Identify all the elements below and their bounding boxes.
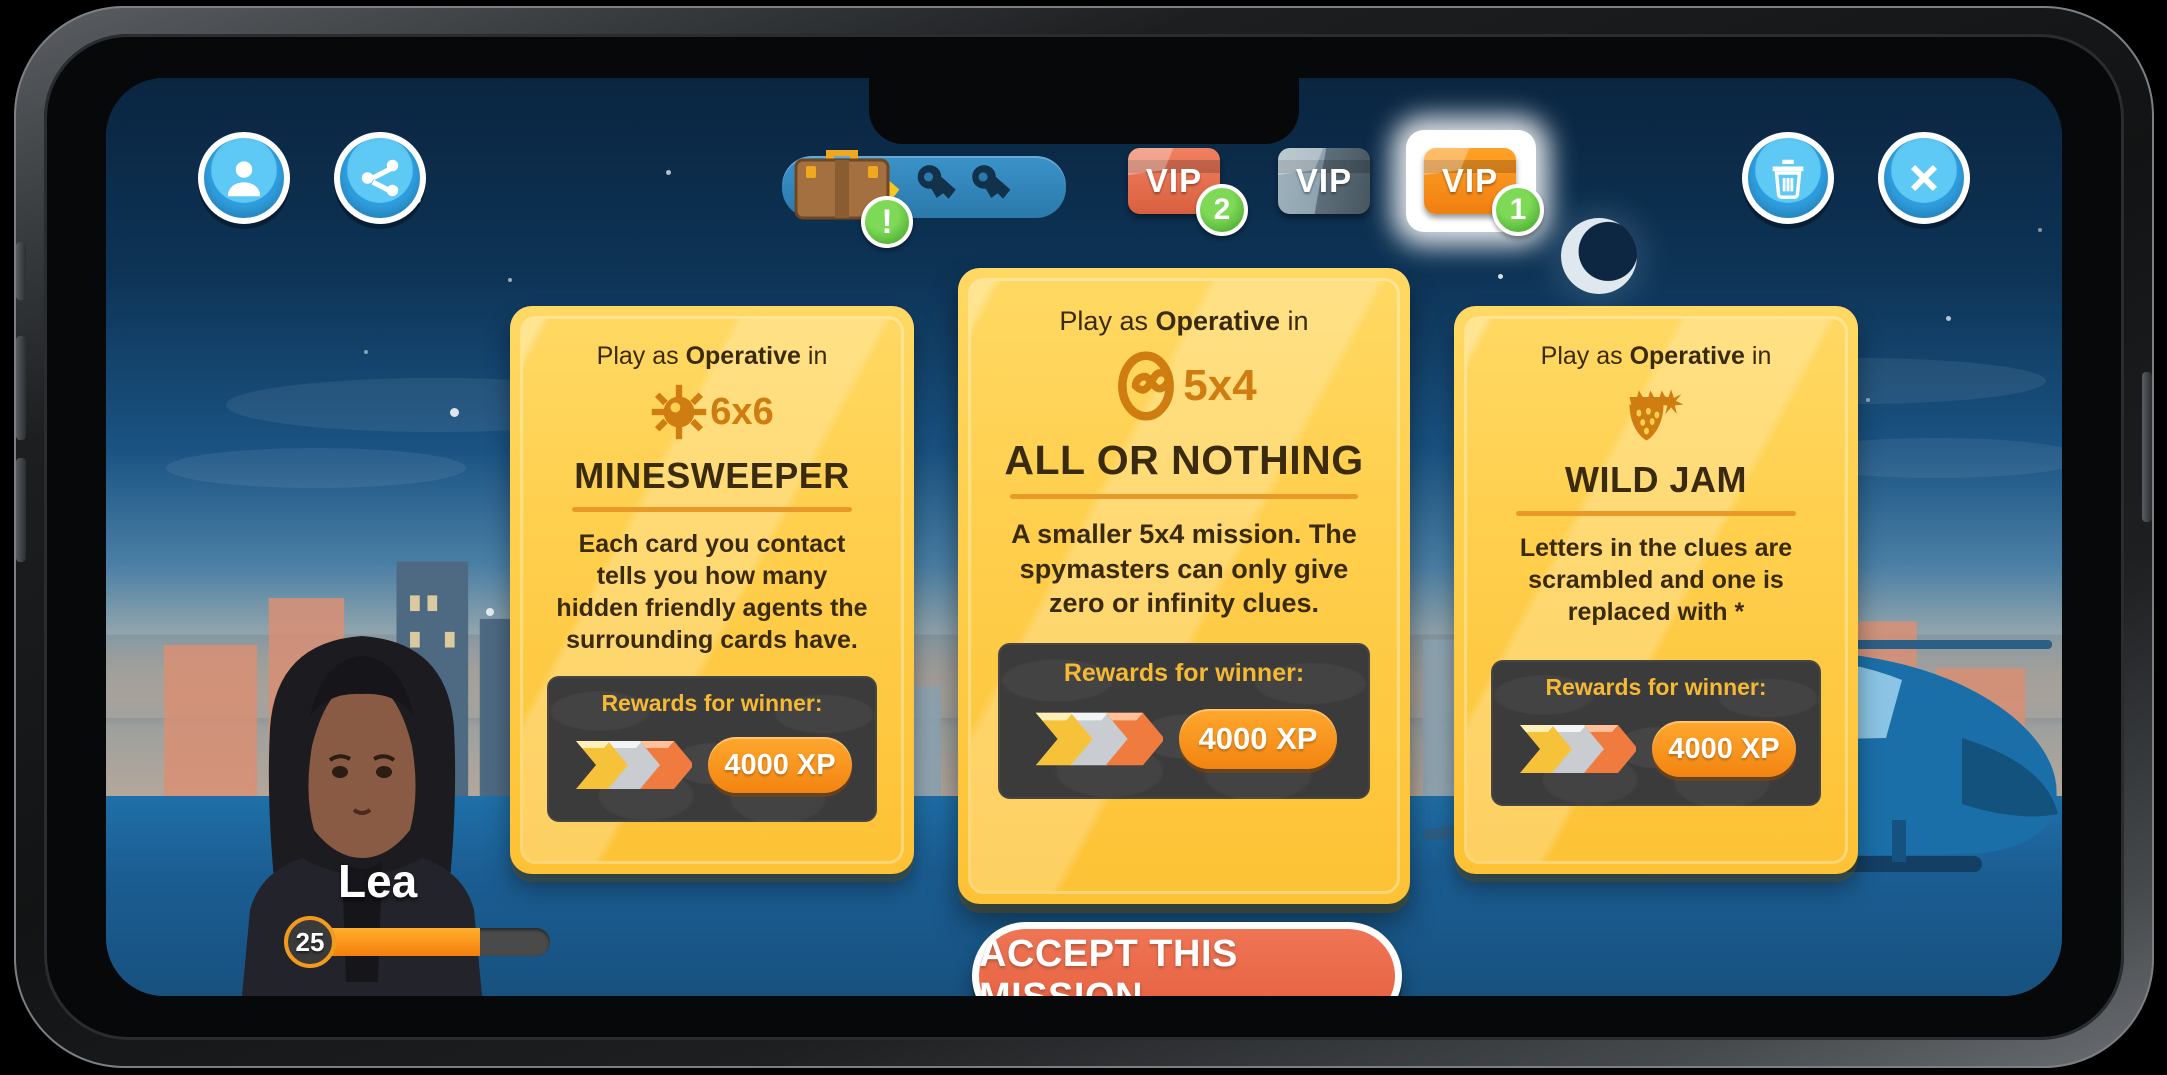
mine-icon (652, 384, 707, 440)
mission-description: Letters in the clues are scrambled and o… (1519, 534, 1793, 626)
play-as-line: Play as Operative in (996, 306, 1372, 337)
play-as-line: Play as Operative in (1490, 342, 1822, 371)
person-icon (227, 161, 261, 197)
rewards-panel: Rewards for winner: 4000 XP (547, 676, 877, 822)
mission-card-minesweeper[interactable]: Play as Operative in 6x6 MINESWEEPER Eac… (510, 306, 914, 874)
title-divider (1010, 494, 1358, 499)
mission-description: Each card you contact tells you how many… (556, 530, 868, 654)
xp-reward-button[interactable]: 4000 XP (1179, 708, 1337, 769)
mode-row (1490, 383, 1822, 445)
mission-title: WILD JAM (1565, 459, 1747, 500)
close-button[interactable] (1878, 132, 1970, 224)
rewards-panel: Rewards for winner: 4000 XP (1491, 660, 1821, 806)
play-as-prefix: Play as (1540, 342, 1630, 370)
player-name: Lea (338, 855, 418, 907)
play-as-prefix: Play as (1059, 306, 1156, 336)
play-as-role: Operative (685, 342, 801, 370)
volume-up-button[interactable] (16, 336, 26, 440)
vip-card-label: VIP (1145, 162, 1203, 199)
rewards-label: Rewards for winner: (1545, 674, 1767, 700)
xp-reward-button[interactable]: 4000 XP (1652, 721, 1796, 777)
vip-card-3-count-badge: 1 (1492, 184, 1544, 236)
play-as-suffix: in (1280, 306, 1309, 336)
rewards-label: Rewards for winner: (1063, 658, 1305, 687)
phone-notch (869, 78, 1299, 144)
rewards-label: Rewards for winner: (601, 690, 823, 716)
phone-bezel: ! VIP 2 VIP VIP 1 Play as Operative in 6… (44, 34, 2124, 1040)
share-icon (361, 159, 399, 197)
volume-down-button[interactable] (16, 458, 26, 562)
rewards-row: 4000 XP (547, 733, 877, 797)
phone-screen: ! VIP 2 VIP VIP 1 Play as Operative in 6… (106, 78, 2062, 996)
xp-chevrons-icon (1520, 725, 1636, 773)
xp-chevrons-icon (576, 741, 692, 789)
power-button[interactable] (2142, 372, 2152, 522)
mission-title: MINESWEEPER (574, 455, 850, 496)
player-xp-fill (318, 928, 481, 956)
mission-description: A smaller 5x4 mission. The spymasters ca… (1011, 519, 1357, 619)
mission-card-all-or-nothing[interactable]: Play as Operative in 5x4 ALL OR NOTHING … (958, 268, 1410, 904)
vip-card-label: VIP (1441, 162, 1499, 199)
vip-card-1-count-badge: 2 (1196, 184, 1248, 236)
play-as-role: Operative (1629, 342, 1745, 370)
rewards-row: 4000 XP (1491, 717, 1821, 781)
mode-row: 5x4 (996, 351, 1372, 421)
play-as-prefix: Play as (596, 342, 686, 370)
close-icon (1910, 164, 1938, 192)
play-as-line: Play as Operative in (546, 342, 878, 371)
vip-card-2[interactable]: VIP (1278, 148, 1370, 214)
briefcase-alert-badge: ! (861, 196, 913, 248)
grid-size-label: 6x6 (710, 390, 774, 433)
grid-size-label: 5x4 (1183, 361, 1257, 410)
player-xp-bar (318, 928, 550, 956)
trash-icon (1772, 159, 1804, 199)
title-divider (572, 507, 852, 512)
silent-switch[interactable] (16, 242, 26, 300)
play-as-suffix: in (1744, 342, 1772, 370)
title-divider (1516, 511, 1796, 516)
rewards-panel: Rewards for winner: 4000 XP (998, 642, 1370, 799)
mission-title: ALL OR NOTHING (1004, 437, 1364, 483)
vip-card-label: VIP (1295, 162, 1353, 199)
mission-card-wild-jam[interactable]: Play as Operative in WILD JAM Letters in… (1454, 306, 1858, 874)
play-as-suffix: in (800, 342, 828, 370)
play-as-role: Operative (1155, 306, 1281, 336)
rewards-row: 4000 XP (998, 704, 1370, 774)
strawberry-asterisk-icon (1629, 389, 1684, 441)
xp-reward-button[interactable]: 4000 XP (708, 737, 852, 793)
delete-button[interactable] (1742, 132, 1834, 224)
phone-frame: ! VIP 2 VIP VIP 1 Play as Operative in 6… (14, 6, 2154, 1068)
profile-button[interactable] (198, 132, 290, 224)
xp-chevrons-icon (1035, 712, 1163, 765)
zero-infinity-icon (1118, 351, 1175, 421)
player-level-badge: 25 (284, 916, 336, 968)
share-button[interactable] (334, 132, 426, 224)
mode-row: 6x6 (546, 383, 878, 441)
accept-this-mission-button[interactable]: ACCEPT THIS MISSION (972, 922, 1402, 996)
